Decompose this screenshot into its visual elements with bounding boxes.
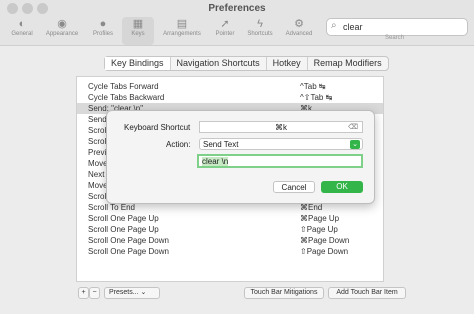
send-text-input[interactable]: clear \n xyxy=(197,154,363,168)
action-value: Send Text xyxy=(203,140,239,149)
toolbar-arrangements[interactable]: ▤ Arrangements xyxy=(160,17,204,45)
search-icon: ⌕ xyxy=(331,20,337,31)
add-binding-button[interactable]: + xyxy=(78,287,89,299)
toolbar-label: Profiles xyxy=(92,31,113,37)
presets-popup[interactable]: Presets... ⌄ xyxy=(104,287,160,299)
table-row[interactable]: Scroll One Page Up ⌘Page Up xyxy=(77,213,383,224)
toolbar-label: Shortcuts xyxy=(247,31,273,37)
touch-bar-mitigations-button[interactable]: Touch Bar Mitigations xyxy=(244,287,324,299)
title-bar: Preferences ◐ General ◉ Appearance ● Pro… xyxy=(0,0,474,46)
table-row[interactable]: Scroll One Page Up ⇧Page Up xyxy=(77,224,383,235)
clear-shortcut-icon[interactable]: ⌫ xyxy=(348,122,358,133)
row-action: Cycle Tabs Forward xyxy=(88,82,159,91)
toolbar-label: General xyxy=(11,31,33,37)
pointer-icon: ➚ xyxy=(220,18,230,30)
toggle-icon: ◐ xyxy=(18,18,26,30)
row-action: Send xyxy=(88,115,107,124)
table-row[interactable]: Scroll One Page Down ⌘Page Down xyxy=(77,235,383,246)
action-label: Action: xyxy=(166,140,191,149)
toolbar-label: Appearance xyxy=(45,31,79,37)
action-popup[interactable]: Send Text ⌄ xyxy=(199,138,363,150)
table-row[interactable]: Cycle Tabs Backward ^⇧Tab ↹ xyxy=(77,92,383,103)
row-key: ⇧Page Up xyxy=(300,225,338,234)
gears-icon: ⚙ xyxy=(294,18,304,30)
row-action: Cycle Tabs Backward xyxy=(88,93,165,102)
toolbar-label: Pointer xyxy=(215,31,235,37)
row-action: Scrol xyxy=(88,137,107,146)
row-key: ^Tab ↹ xyxy=(300,82,326,91)
remove-binding-button[interactable]: − xyxy=(89,287,100,299)
edit-binding-dialog: Keyboard Shortcut ⌘k ⌫ Action: Send Text… xyxy=(106,110,375,204)
add-touch-bar-item-button[interactable]: Add Touch Bar Item xyxy=(328,287,406,299)
row-action: Scroll One Page Down xyxy=(88,247,169,256)
send-text-value: clear \n xyxy=(202,157,229,166)
toolbar-advanced[interactable]: ⚙ Advanced xyxy=(281,17,317,45)
shortcut-value: ⌘k xyxy=(275,123,287,132)
row-key: ⇧Page Down xyxy=(300,247,349,256)
row-action: Scroll One Page Down xyxy=(88,236,169,245)
chevron-down-icon: ⌄ xyxy=(350,140,360,149)
preferences-window: Preferences ◐ General ◉ Appearance ● Pro… xyxy=(0,0,474,314)
tab-bar: Key Bindings Navigation Shortcuts Hotkey… xyxy=(104,56,389,71)
table-row[interactable]: Scroll One Page Down ⇧Page Down xyxy=(77,246,383,257)
toolbar-profiles[interactable]: ● Profiles xyxy=(86,17,120,45)
grid-icon: ▤ xyxy=(176,18,188,30)
ok-button[interactable]: OK xyxy=(321,181,363,193)
toolbar-label: Arrangements xyxy=(163,31,201,37)
row-key: ⌘Page Down xyxy=(300,236,350,245)
shortcut-label: Keyboard Shortcut xyxy=(124,123,191,132)
row-action: Previ xyxy=(88,148,107,157)
row-key: ⌘Page Up xyxy=(300,214,340,223)
window-title: Preferences xyxy=(208,3,266,14)
cancel-button[interactable]: Cancel xyxy=(273,181,315,193)
tab-remap-modifiers[interactable]: Remap Modifiers xyxy=(308,57,388,70)
user-icon: ● xyxy=(99,18,107,30)
toolbar-appearance[interactable]: ◉ Appearance xyxy=(43,17,81,45)
search-label: Search xyxy=(385,35,405,41)
row-action: Move xyxy=(88,181,108,190)
toolbar-label: Advanced xyxy=(285,31,313,37)
toolbar-keys[interactable]: ▦ Keys xyxy=(122,17,154,45)
keyboard-icon: ▦ xyxy=(132,18,144,30)
presets-label: Presets... xyxy=(109,289,139,296)
toolbar-pointer[interactable]: ➚ Pointer xyxy=(208,17,242,45)
tab-key-bindings[interactable]: Key Bindings xyxy=(105,57,171,70)
search-value: clear xyxy=(343,22,363,32)
bolt-icon: ϟ xyxy=(257,18,263,30)
eye-icon: ◉ xyxy=(57,18,67,30)
row-action: Scroll One Page Up xyxy=(88,225,159,234)
row-key: ^⇧Tab ↹ xyxy=(300,93,333,102)
row-action: Move xyxy=(88,159,108,168)
row-action: Next xyxy=(88,170,105,179)
tab-navigation-shortcuts[interactable]: Navigation Shortcuts xyxy=(171,57,267,70)
row-action: Scrol xyxy=(88,126,107,135)
toolbar-label: Keys xyxy=(131,31,145,37)
row-action: Scroll One Page Up xyxy=(88,214,159,223)
chevron-down-icon: ⌄ xyxy=(140,289,147,296)
toolbar-shortcuts[interactable]: ϟ Shortcuts xyxy=(243,17,277,45)
table-row[interactable]: Cycle Tabs Forward ^Tab ↹ xyxy=(77,81,383,92)
shortcut-field[interactable]: ⌘k ⌫ xyxy=(199,121,363,133)
search-input[interactable]: ⌕ clear xyxy=(326,18,468,36)
tab-hotkey[interactable]: Hotkey xyxy=(267,57,308,70)
toolbar-general[interactable]: ◐ General xyxy=(5,17,39,45)
row-action: Scroll xyxy=(88,192,109,201)
